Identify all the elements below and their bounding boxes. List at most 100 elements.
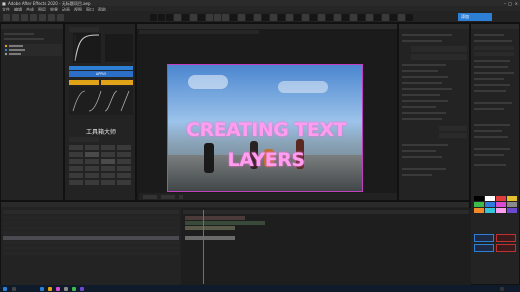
toolbar-script-icon-32[interactable] xyxy=(398,13,405,21)
toolbar-script-icon-1[interactable] xyxy=(150,13,157,21)
char-row-11[interactable] xyxy=(474,124,510,126)
prop-row-12[interactable] xyxy=(402,118,442,120)
swatch-green[interactable] xyxy=(474,202,484,207)
prop-dropdown-2[interactable] xyxy=(411,54,467,60)
toolbar-script-icon-31[interactable] xyxy=(390,13,397,21)
toolbar-script-icon-4[interactable] xyxy=(174,13,181,21)
time-ruler[interactable] xyxy=(183,210,469,214)
layer-row-2[interactable] xyxy=(3,221,179,225)
grid-icon[interactable] xyxy=(179,194,183,199)
taskbar-app-3[interactable] xyxy=(56,286,60,291)
easing-curve-graph[interactable] xyxy=(73,33,101,63)
layer-row-selected[interactable] xyxy=(3,236,179,240)
char-row-14[interactable] xyxy=(474,148,510,150)
taskbar-app-2[interactable] xyxy=(48,286,52,291)
toolbar-script-icon-24[interactable] xyxy=(334,13,341,21)
composition-breadcrumb[interactable] xyxy=(139,30,259,34)
resolution-dropdown[interactable] xyxy=(161,194,175,199)
prop-row-15[interactable] xyxy=(402,156,442,158)
font-style-dropdown[interactable] xyxy=(474,52,514,56)
char-row-9[interactable] xyxy=(474,102,512,104)
toolbar-script-icon-26[interactable] xyxy=(350,13,357,21)
plugin-btn-24[interactable] xyxy=(117,180,131,185)
prop-row-4[interactable] xyxy=(402,70,438,72)
layer-row-1[interactable] xyxy=(3,216,179,220)
plugin-btn-2[interactable] xyxy=(85,145,99,150)
plugin-btn-21[interactable] xyxy=(69,180,83,185)
prop-row-13[interactable] xyxy=(402,144,448,146)
home-icon[interactable] xyxy=(3,13,10,21)
toolbar-script-icon-9[interactable] xyxy=(214,13,221,21)
toolbar-script-icon-15[interactable] xyxy=(262,13,269,21)
plugin-dropdown[interactable] xyxy=(69,137,99,142)
ease-preset-1[interactable] xyxy=(72,90,86,112)
prop-field-1[interactable] xyxy=(439,126,467,131)
plugin-btn-7[interactable] xyxy=(101,152,115,157)
swatch-magenta[interactable] xyxy=(496,202,506,207)
blue-card-2[interactable] xyxy=(474,244,494,252)
char-row-16[interactable] xyxy=(474,164,506,166)
pen-tool-icon[interactable] xyxy=(57,13,64,21)
char-row-13[interactable] xyxy=(474,136,508,138)
selection-tool-icon[interactable] xyxy=(12,13,19,21)
toolbar-script-icon-10[interactable] xyxy=(222,13,229,21)
plugin-btn-6[interactable] xyxy=(85,152,99,157)
zoom-tool-icon[interactable] xyxy=(30,13,37,21)
char-row-7[interactable] xyxy=(474,84,510,86)
layer-row-4[interactable] xyxy=(3,231,179,235)
plugin-btn-9[interactable] xyxy=(69,159,83,164)
toolbar-script-icon-29[interactable] xyxy=(374,13,381,21)
swatch-blue[interactable] xyxy=(485,202,495,207)
plugin-btn-17[interactable] xyxy=(69,173,83,178)
headline-text[interactable]: CREATING TEXT LAYERS xyxy=(168,115,362,171)
prop-row-3[interactable] xyxy=(402,64,446,66)
plugin-btn-14[interactable] xyxy=(85,166,99,171)
toolbar-script-icon-12[interactable] xyxy=(238,13,245,21)
toolbar-script-icon-13[interactable] xyxy=(246,13,253,21)
prop-row-16[interactable] xyxy=(402,168,446,170)
project-item-2[interactable] xyxy=(4,38,44,40)
toolbar-script-icon-14[interactable] xyxy=(254,13,261,21)
plugin-btn-8[interactable] xyxy=(117,152,131,157)
taskbar-app-6[interactable] xyxy=(80,286,84,291)
system-tray[interactable] xyxy=(500,286,504,291)
prop-row-2[interactable] xyxy=(402,40,442,42)
track-bar-selected[interactable] xyxy=(185,236,235,240)
ease-preset-4[interactable] xyxy=(120,90,130,112)
toolbar-script-icon-18[interactable] xyxy=(286,13,293,21)
ease-preset-3[interactable] xyxy=(104,90,118,112)
red-card-1[interactable] xyxy=(496,234,516,242)
track-bar-1[interactable] xyxy=(185,216,245,220)
plugin-btn-11[interactable] xyxy=(101,159,115,164)
font-dropdown[interactable] xyxy=(474,46,514,50)
swatch-yellow[interactable] xyxy=(507,196,517,201)
red-card-2[interactable] xyxy=(496,244,516,252)
prop-dropdown-1[interactable] xyxy=(411,46,467,52)
yellow-preset-right[interactable] xyxy=(101,80,133,85)
toolbar-script-icon-6[interactable] xyxy=(190,13,197,21)
char-row-2[interactable] xyxy=(474,40,512,42)
char-row-5[interactable] xyxy=(474,72,514,74)
layer-row-3[interactable] xyxy=(3,226,179,230)
char-row-4[interactable] xyxy=(474,66,508,68)
plugin-btn-12[interactable] xyxy=(117,159,131,164)
timeline-tracks[interactable] xyxy=(181,208,471,286)
project-file-name-3[interactable] xyxy=(9,53,21,55)
swatch-gray[interactable] xyxy=(507,202,517,207)
prop-row-9[interactable] xyxy=(402,100,448,102)
plugin-btn-23[interactable] xyxy=(101,180,115,185)
camera-tool-icon[interactable] xyxy=(48,13,55,21)
toolbar-script-icon-30[interactable] xyxy=(382,13,389,21)
search-icon[interactable] xyxy=(12,286,16,291)
zoom-dropdown[interactable] xyxy=(143,194,157,199)
prop-field-2[interactable] xyxy=(439,133,467,138)
toolbar-script-icon-11[interactable] xyxy=(230,13,237,21)
track-bar-2[interactable] xyxy=(185,221,265,225)
plugin-btn-22[interactable] xyxy=(85,180,99,185)
char-row-10[interactable] xyxy=(474,108,504,110)
swatch-purple[interactable] xyxy=(507,208,517,213)
char-row-8[interactable] xyxy=(474,90,506,92)
taskbar-app-1[interactable] xyxy=(40,286,44,291)
close-button[interactable]: × xyxy=(515,1,518,6)
add-badge-button[interactable]: 添加 xyxy=(458,13,492,21)
